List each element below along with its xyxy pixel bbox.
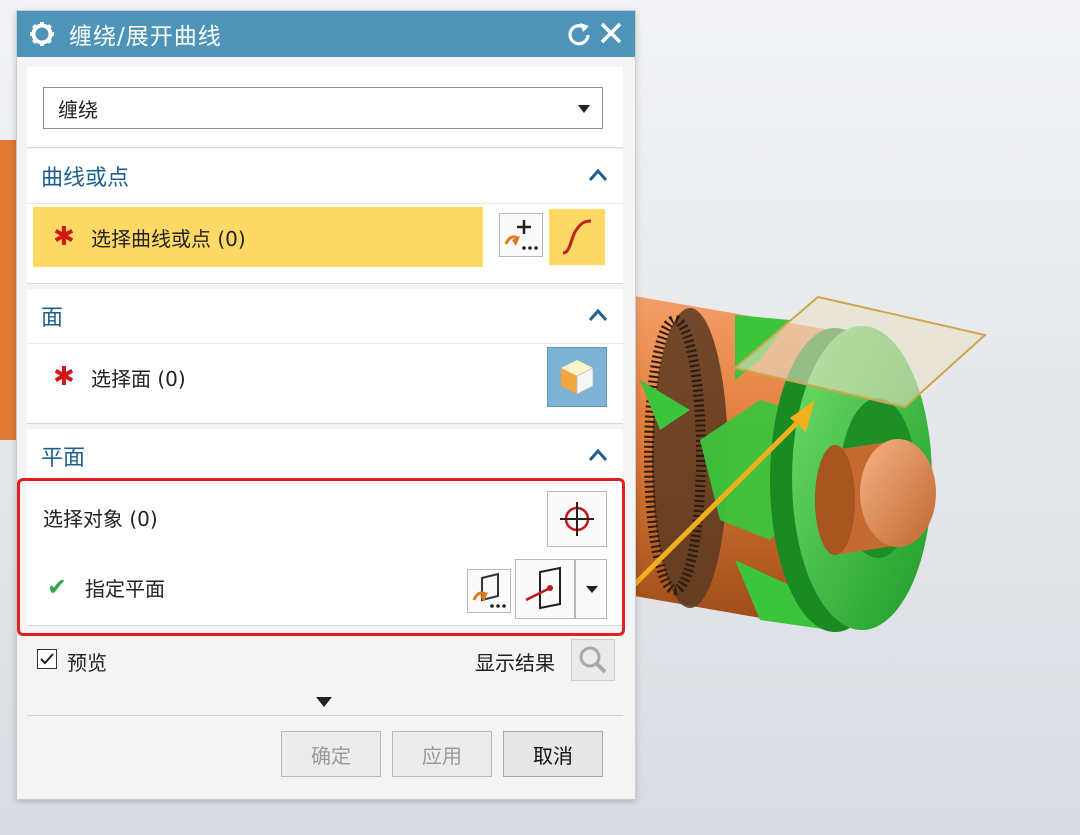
curve-icon <box>562 219 592 255</box>
chevron-up-icon[interactable] <box>587 445 609 467</box>
magnifier-icon <box>579 646 607 674</box>
type-dropdown[interactable]: 缠绕 <box>43 87 603 129</box>
curve-rule-button[interactable] <box>499 213 543 257</box>
inferred-plane-button[interactable] <box>515 559 575 619</box>
curve-or-point-section: 曲线或点 ✱ 选择曲线或点 (0) <box>27 149 623 284</box>
select-face-row[interactable]: ✱ 选择面 (0) <box>33 347 483 407</box>
face-section-title: 面 <box>41 306 64 331</box>
close-icon[interactable] <box>597 19 625 47</box>
ok-button-label: 确定 <box>311 743 351 768</box>
chevron-down-icon <box>586 586 598 593</box>
apply-button-label: 应用 <box>422 743 462 768</box>
select-curve-label: 选择曲线或点 (0) <box>91 226 246 251</box>
select-object-row[interactable]: 选择对象 (0) <box>27 487 477 547</box>
curve-section-title: 曲线或点 <box>41 166 130 191</box>
select-face-button[interactable] <box>547 347 607 407</box>
footer-divider <box>27 715 623 716</box>
cancel-button-label: 取消 <box>533 743 573 768</box>
dropdown-arrow-icon <box>578 105 590 113</box>
specify-plane-row[interactable]: ✔ 指定平面 <box>27 557 457 617</box>
more-options-icon[interactable] <box>316 697 332 707</box>
cancel-button[interactable]: 取消 <box>503 731 603 777</box>
gear-icon[interactable] <box>29 21 55 47</box>
wrap-unwrap-curve-dialog: 缠绕/展开曲线 缠绕 曲线或点 ✱ 选择曲线或点 (0) 面 ✱ 选择面 (0)… <box>16 10 636 800</box>
check-mark-icon: ✔ <box>47 573 68 601</box>
specify-plane-label: 指定平面 <box>85 576 165 601</box>
select-object-label: 选择对象 (0) <box>43 506 158 531</box>
crosshair-icon <box>560 502 594 536</box>
dialog-title: 缠绕/展开曲线 <box>69 24 222 50</box>
plane-section-header[interactable]: 平面 <box>27 429 623 484</box>
select-curve-button[interactable] <box>549 209 605 265</box>
select-object-button[interactable] <box>547 491 607 547</box>
required-asterisk-icon: ✱ <box>53 222 75 252</box>
curve-section-header[interactable]: 曲线或点 <box>27 149 623 204</box>
face-section: 面 ✱ 选择面 (0) <box>27 289 623 424</box>
ok-button[interactable]: 确定 <box>281 731 381 777</box>
plane-dialog-icon <box>472 572 506 608</box>
reset-icon[interactable] <box>565 20 593 48</box>
required-asterisk-icon: ✱ <box>53 362 75 392</box>
plane-type-dropdown-button[interactable] <box>575 559 607 619</box>
plane-dialog-button[interactable] <box>467 569 511 613</box>
chevron-up-icon[interactable] <box>587 165 609 187</box>
type-dropdown-value: 缠绕 <box>58 97 98 122</box>
plane-section: 平面 选择对象 (0) ✔ 指定平面 <box>27 429 623 626</box>
preview-label: 预览 <box>67 651 107 675</box>
hub-shaft <box>815 439 936 555</box>
select-curve-row[interactable]: ✱ 选择曲线或点 (0) <box>33 207 483 267</box>
dialog-title-bar: 缠绕/展开曲线 <box>17 11 635 57</box>
type-panel: 缠绕 <box>27 67 623 148</box>
plane-icon <box>525 566 561 610</box>
chevron-up-icon[interactable] <box>587 305 609 327</box>
preview-checkbox[interactable] <box>37 649 57 669</box>
show-result-label: 显示结果 <box>475 651 555 675</box>
select-face-label: 选择面 (0) <box>91 366 186 391</box>
cube-face-icon <box>561 360 594 395</box>
add-curve-icon <box>504 220 538 250</box>
checkbox-check-icon <box>40 653 54 665</box>
show-result-button[interactable] <box>571 639 615 681</box>
plane-section-title: 平面 <box>41 446 86 471</box>
face-section-header[interactable]: 面 <box>27 289 623 344</box>
apply-button[interactable]: 应用 <box>392 731 492 777</box>
